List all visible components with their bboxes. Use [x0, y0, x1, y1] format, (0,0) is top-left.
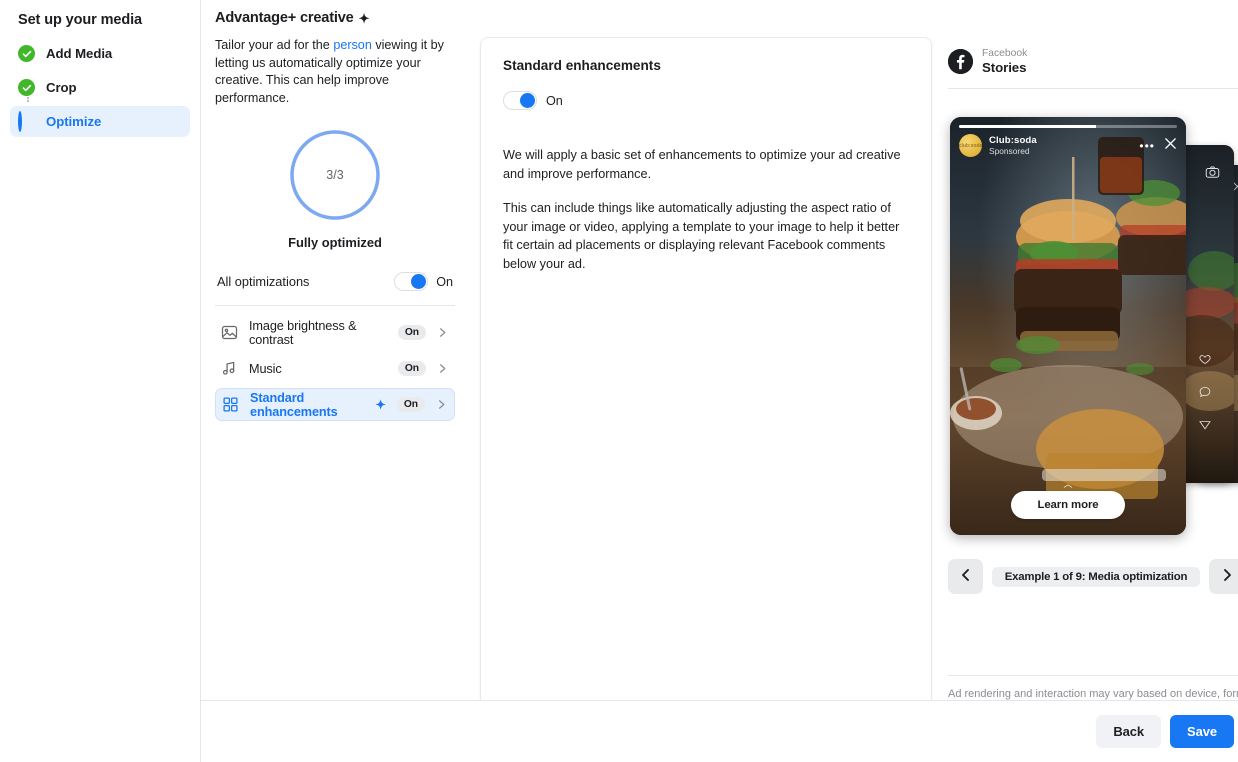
sparkle-icon: ✦: [358, 10, 370, 26]
preview-pager-label: Example 1 of 9: Media optimization: [992, 566, 1200, 587]
half-circle-icon: [18, 111, 35, 132]
panel-title-text: Advantage+ creative: [215, 10, 354, 26]
card-title: Standard enhancements: [503, 58, 661, 73]
avatar: club:soda: [959, 134, 982, 157]
ellipsis-icon[interactable]: •••: [1139, 140, 1155, 152]
camera-icon: [1205, 165, 1220, 185]
check-circle-icon: [18, 45, 35, 62]
preview-card-main[interactable]: club:soda Club:soda Sponsored ••• ︿ Lear…: [950, 117, 1186, 535]
sparkle-icon: ✦: [375, 398, 386, 412]
preview-surface: Stories: [982, 60, 1027, 75]
detail-card-wrap: Standard enhancements On We will apply a…: [471, 0, 942, 706]
list-item-label: Music: [249, 362, 387, 376]
description-pre: Tailor your ad for the: [215, 38, 334, 52]
panel-description: Tailor your ad for the person viewing it…: [215, 37, 455, 107]
send-icon: [1198, 418, 1212, 437]
preview-footer: Ad rendering and interaction may vary ba…: [948, 675, 1238, 700]
preview-header: Facebook Stories: [942, 48, 1238, 88]
list-item-music[interactable]: Music On: [215, 352, 455, 385]
standard-enhancements-toggle-row: On: [503, 91, 909, 110]
card-body: We will apply a basic set of enhancement…: [503, 146, 909, 273]
preview-platform: Facebook: [982, 48, 1028, 59]
preview-disclaimer: Ad rendering and interaction may vary ba…: [948, 688, 1238, 700]
sidebar-item-crop[interactable]: Crop: [10, 72, 190, 103]
optimization-list: Image brightness & contrast On Music On …: [215, 316, 455, 421]
dialog-footer: Back Save: [201, 700, 1238, 762]
grid-squares-icon: [222, 396, 239, 413]
story-brand-name: Club:soda: [989, 135, 1037, 146]
image-icon: [221, 324, 238, 341]
advantage-plus-creative-dialog: Set up your media Add Media Crop Optimiz…: [0, 0, 1238, 762]
sidebar-item-label: Add Media: [46, 46, 113, 61]
sidebar-item-optimize[interactable]: Optimize: [10, 106, 190, 137]
chevron-right-icon: [437, 363, 448, 374]
story-sponsored-label: Sponsored: [989, 146, 1030, 156]
list-item-label: Image brightness & contrast: [249, 319, 387, 347]
chevron-right-icon: [436, 399, 447, 410]
list-item-text: Image brightness & contrast: [249, 318, 357, 347]
status-badge: On: [397, 325, 426, 340]
sidebar-item-add-media[interactable]: Add Media: [10, 38, 190, 69]
progress-ring-value: 3/3: [326, 168, 344, 182]
music-note-icon: [221, 360, 238, 377]
preview-prev-button[interactable]: [948, 559, 983, 594]
save-button[interactable]: Save: [1170, 715, 1234, 748]
learn-more-button[interactable]: Learn more: [1011, 491, 1125, 519]
close-icon[interactable]: [1164, 137, 1177, 155]
person-link[interactable]: person: [333, 38, 372, 52]
progress-ring: 3/3: [287, 127, 383, 223]
preview-pager: Example 1 of 9: Media optimization: [942, 559, 1238, 594]
advantage-creative-panel: Advantage+ creative ✦ Tailor your ad for…: [201, 0, 471, 700]
ad-preview-panel: Facebook Stories club:soda Club:soda Spo…: [942, 0, 1238, 700]
check-circle-icon: [18, 79, 35, 96]
progress-ring-caption: Fully optimized: [288, 235, 382, 250]
card-paragraph-1: We will apply a basic set of enhancement…: [503, 148, 901, 181]
comment-icon: [1198, 385, 1212, 404]
all-optimizations-row: All optimizations On: [215, 272, 455, 306]
list-item-image-brightness-contrast[interactable]: Image brightness & contrast On: [215, 316, 455, 349]
list-item-standard-enhancements[interactable]: Standard enhancements ✦ On: [215, 388, 455, 421]
preview-header-text: Facebook Stories: [982, 48, 1027, 75]
setup-sidebar: Set up your media Add Media Crop Optimiz…: [0, 0, 201, 762]
status-badge: On: [396, 397, 425, 412]
standard-enhancements-toggle[interactable]: [503, 91, 537, 110]
chevron-right-icon: [1220, 568, 1234, 585]
content-row: Advantage+ creative ✦ Tailor your ad for…: [201, 0, 1238, 706]
all-optimizations-toggle[interactable]: [394, 272, 429, 291]
status-badge: On: [397, 361, 426, 376]
list-item-text: Music: [249, 361, 282, 376]
sidebar-step-list: Add Media Crop Optimize: [10, 38, 190, 137]
back-button[interactable]: Back: [1096, 715, 1162, 748]
card-paragraph-2: This can include things like automatical…: [503, 201, 900, 271]
all-optimizations-toggle-group: On: [394, 272, 453, 291]
story-header: club:soda Club:soda Sponsored •••: [959, 134, 1177, 157]
chevron-left-icon: [959, 568, 973, 585]
story-side-actions: [1198, 352, 1212, 437]
heart-icon: [1198, 352, 1212, 371]
story-identity: Club:soda Sponsored: [989, 135, 1132, 156]
preview-stage: •••: [942, 117, 1238, 547]
standard-enhancements-toggle-state: On: [546, 93, 563, 108]
chevron-right-icon: [437, 327, 448, 338]
all-optimizations-label: All optimizations: [217, 274, 310, 289]
facebook-icon: [948, 49, 973, 74]
optimization-score: 3/3 Fully optimized: [215, 127, 455, 250]
preview-next-button[interactable]: [1209, 559, 1238, 594]
sidebar-item-label: Optimize: [46, 114, 102, 129]
story-actions: •••: [1139, 137, 1177, 155]
chevron-up-icon: ︿: [1063, 479, 1073, 489]
sidebar-item-label: Crop: [46, 80, 77, 95]
all-optimizations-toggle-state: On: [436, 274, 453, 289]
story-cta-wrap: ︿ Learn more: [950, 479, 1186, 519]
story-progress-bar: [959, 125, 1177, 128]
sidebar-title: Set up your media: [18, 12, 142, 28]
preview-divider: [948, 88, 1238, 89]
list-item-label: Standard enhancements ✦: [250, 391, 386, 419]
story-photo: [950, 117, 1186, 535]
list-item-text: Standard enhancements: [250, 390, 338, 419]
standard-enhancements-card: Standard enhancements On We will apply a…: [480, 37, 932, 706]
panel-title: Advantage+ creative ✦: [215, 10, 455, 26]
main-panel: Advantage+ creative ✦ Tailor your ad for…: [201, 0, 1238, 762]
